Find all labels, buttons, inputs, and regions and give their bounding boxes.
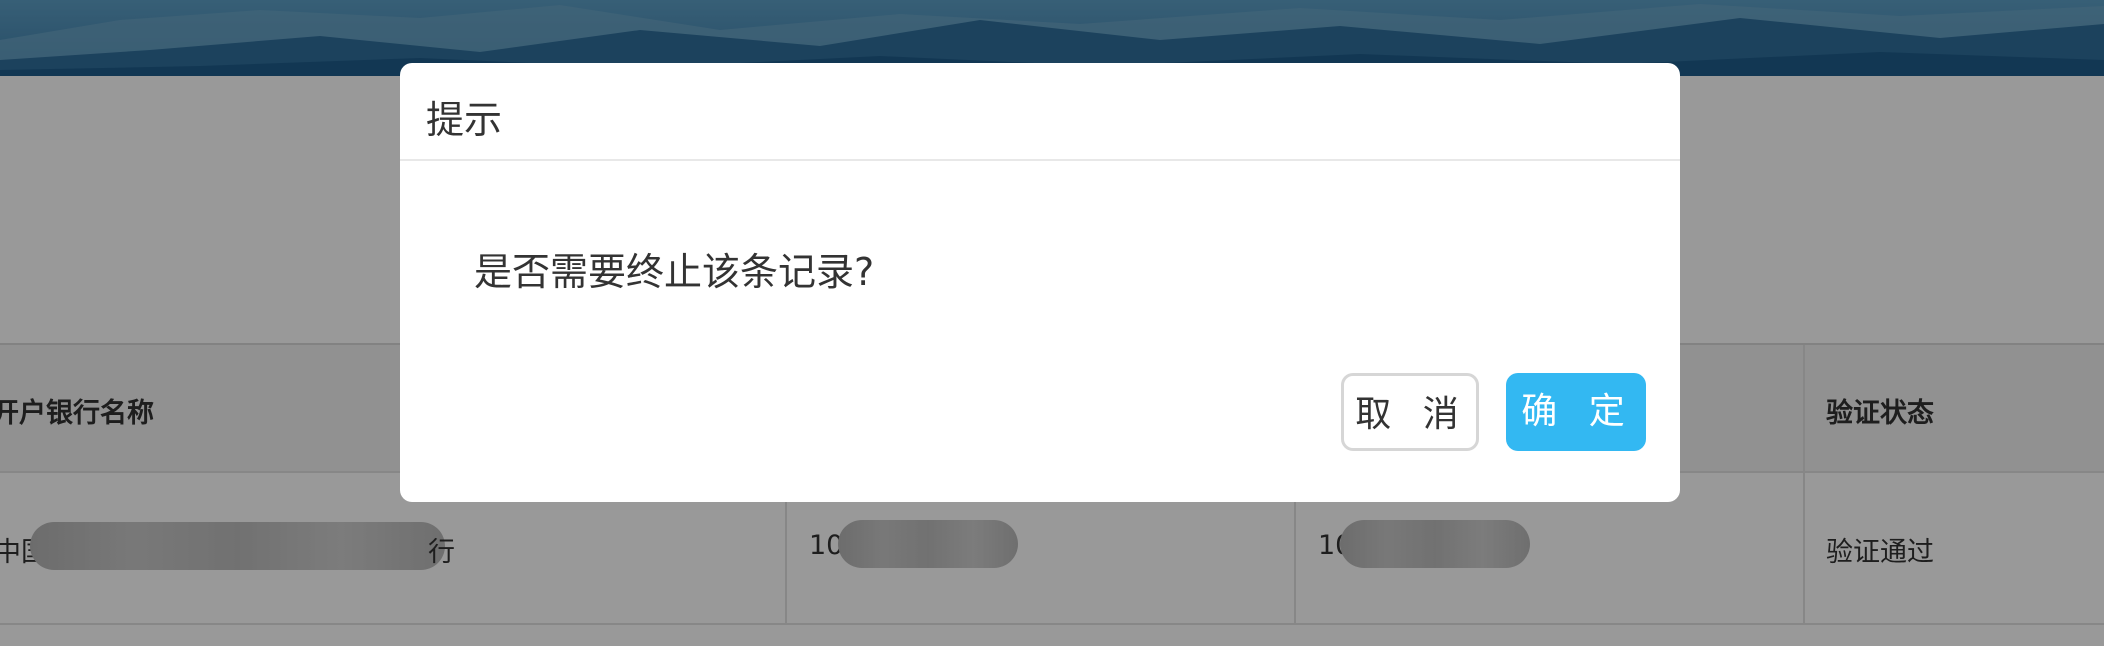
dialog-title: 提示 [426, 98, 503, 142]
page: 开户银行名称 验证状态 中国 行 10 10 验证通过 提示 是否需要终止该条记… [0, 0, 2104, 646]
cancel-button[interactable]: 取 消 [1341, 373, 1479, 451]
dialog-message: 是否需要终止该条记录? [474, 250, 875, 294]
confirm-button[interactable]: 确 定 [1506, 373, 1646, 451]
confirm-dialog: 提示 是否需要终止该条记录? 取 消 确 定 [400, 63, 1680, 502]
dialog-header: 提示 [400, 63, 1680, 161]
